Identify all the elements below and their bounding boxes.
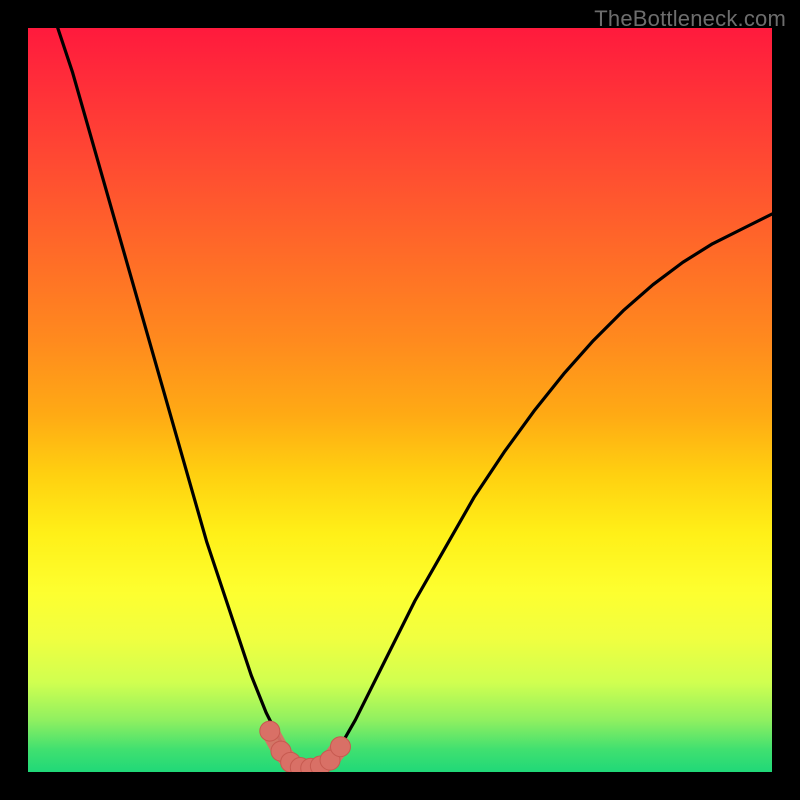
- chart-svg: [28, 28, 772, 772]
- minimum-markers: [260, 721, 351, 772]
- watermark-text: TheBottleneck.com: [594, 6, 786, 32]
- chart-frame: TheBottleneck.com: [0, 0, 800, 800]
- plot-area: [28, 28, 772, 772]
- bottleneck-curve-path: [58, 28, 772, 768]
- minimum-marker-dot: [260, 721, 280, 741]
- bottleneck-curve: [58, 28, 772, 768]
- minimum-marker-dot: [330, 737, 350, 757]
